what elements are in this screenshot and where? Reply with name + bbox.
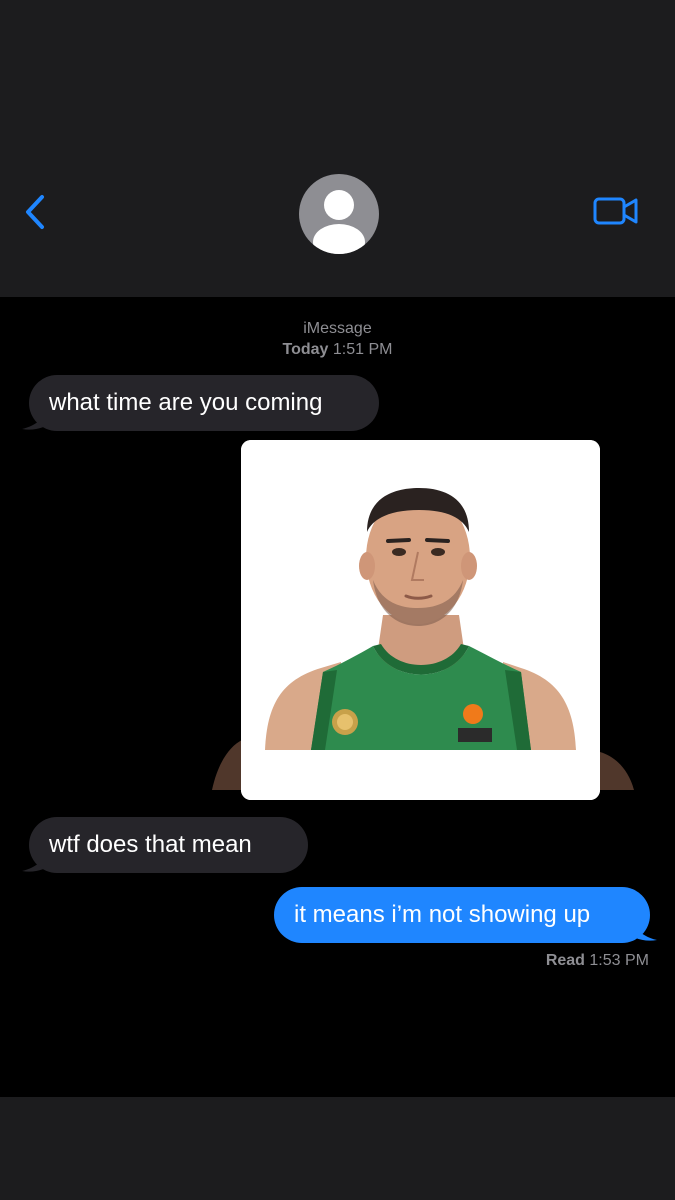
date-time-label: Today 1:51 PM — [0, 339, 675, 360]
image-preview-edge-left — [212, 740, 242, 790]
message-text: wtf does that mean — [49, 831, 252, 858]
message-bubble-outgoing[interactable]: it means i’m not showing up — [274, 887, 650, 943]
service-label: iMessage — [303, 320, 372, 337]
contact-avatar[interactable] — [299, 174, 379, 254]
time-label: 1:51 PM — [332, 341, 393, 358]
image-preview-edge-right — [600, 752, 634, 790]
message-bubble-incoming[interactable]: what time are you coming — [29, 375, 379, 431]
chevron-left-icon — [26, 195, 44, 229]
facetime-video-button[interactable] — [592, 194, 640, 228]
message-text: what time are you coming — [49, 389, 323, 416]
conversation-header — [0, 0, 675, 297]
photo-message[interactable] — [241, 440, 600, 800]
conversation-timestamp: iMessage Today 1:51 PM — [0, 318, 675, 360]
bottom-bar — [0, 1097, 675, 1200]
read-receipt: Read 1:53 PM — [546, 952, 649, 970]
back-button[interactable] — [18, 190, 52, 234]
message-text: it means i’m not showing up — [294, 901, 591, 928]
player-photo — [241, 440, 600, 800]
read-time: 1:53 PM — [589, 952, 649, 969]
message-bubble-incoming[interactable]: wtf does that mean — [29, 817, 308, 873]
read-label: Read — [545, 952, 585, 969]
contact-silhouette-icon — [313, 190, 365, 254]
video-camera-icon — [593, 197, 638, 225]
day-label: Today — [282, 341, 329, 358]
